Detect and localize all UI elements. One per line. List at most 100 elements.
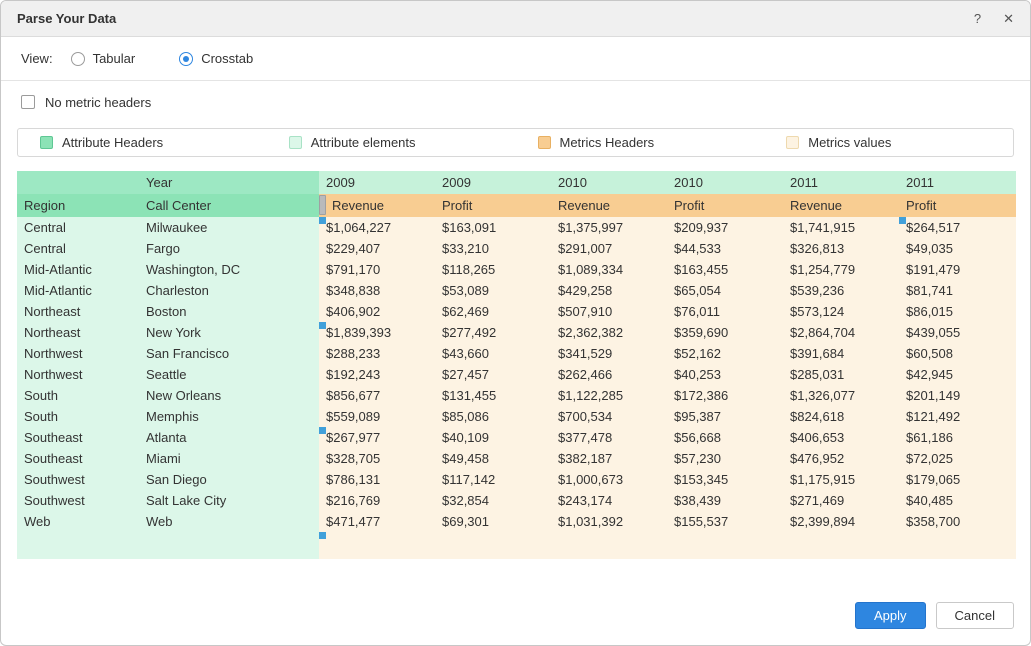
metric-header-cell[interactable]: Revenue	[783, 194, 899, 217]
year-header-cell[interactable]: 2010	[667, 171, 783, 194]
metric-value-cell[interactable]: $285,031	[783, 364, 899, 385]
attribute-element-cell[interactable]: Southwest	[17, 469, 139, 490]
attribute-header-cell[interactable]: Call Center	[139, 194, 319, 217]
attribute-header-cell[interactable]: Year	[139, 171, 319, 194]
metric-value-cell[interactable]: $57,230	[667, 448, 783, 469]
metric-value-cell[interactable]: $1,089,334	[551, 259, 667, 280]
metric-value-cell[interactable]: $53,089	[435, 280, 551, 301]
close-icon[interactable]: ✕	[1003, 12, 1014, 25]
metric-value-cell[interactable]: $72,025	[899, 448, 1016, 469]
metric-value-cell[interactable]: $406,653	[783, 427, 899, 448]
attribute-element-cell[interactable]: Northeast	[17, 322, 139, 343]
attribute-element-cell[interactable]: Seattle	[139, 364, 319, 385]
attribute-element-cell[interactable]: Southeast	[17, 427, 139, 448]
metric-value-cell[interactable]: $358,700	[899, 511, 1016, 532]
metric-value-cell[interactable]: $507,910	[551, 301, 667, 322]
metric-value-cell[interactable]: $791,170	[319, 259, 435, 280]
metric-value-cell[interactable]: $2,399,894	[783, 511, 899, 532]
metric-value-cell[interactable]: $2,362,382	[551, 322, 667, 343]
year-header-cell[interactable]: 2009	[319, 171, 435, 194]
attribute-element-cell[interactable]: San Francisco	[139, 343, 319, 364]
attribute-element-cell[interactable]: Northeast	[17, 301, 139, 322]
metric-value-cell[interactable]: $229,407	[319, 238, 435, 259]
metric-value-cell[interactable]: $377,478	[551, 427, 667, 448]
metric-value-cell[interactable]: $153,345	[667, 469, 783, 490]
metric-value-cell[interactable]: $172,386	[667, 385, 783, 406]
metric-value-cell[interactable]: $44,533	[667, 238, 783, 259]
metric-value-cell[interactable]: $1,175,915	[783, 469, 899, 490]
metric-header-cell[interactable]: Profit	[899, 194, 1016, 217]
metric-value-cell[interactable]: $155,537	[667, 511, 783, 532]
metric-value-cell[interactable]: $573,124	[783, 301, 899, 322]
metric-value-cell[interactable]: $348,838	[319, 280, 435, 301]
metric-value-cell[interactable]: $117,142	[435, 469, 551, 490]
metric-header-cell[interactable]: Profit	[667, 194, 783, 217]
metric-value-cell[interactable]: $262,466	[551, 364, 667, 385]
metric-value-cell[interactable]: $163,455	[667, 259, 783, 280]
attribute-element-cell[interactable]: Miami	[139, 448, 319, 469]
metric-header-cell[interactable]: Profit	[435, 194, 551, 217]
metric-value-cell[interactable]: $209,937	[667, 217, 783, 238]
metric-value-cell[interactable]: $43,660	[435, 343, 551, 364]
metric-value-cell[interactable]: $539,236	[783, 280, 899, 301]
attribute-header-cell[interactable]	[17, 171, 139, 194]
attribute-element-cell[interactable]: Southwest	[17, 490, 139, 511]
radio-crosstab[interactable]: Crosstab	[179, 51, 253, 66]
attribute-element-cell[interactable]: South	[17, 385, 139, 406]
metric-value-cell[interactable]: $786,131	[319, 469, 435, 490]
metric-value-cell[interactable]: $86,015	[899, 301, 1016, 322]
metric-value-cell[interactable]: $131,455	[435, 385, 551, 406]
metric-value-cell[interactable]: $406,902	[319, 301, 435, 322]
metric-value-cell[interactable]: $76,011	[667, 301, 783, 322]
metric-value-cell[interactable]: $40,253	[667, 364, 783, 385]
metric-value-cell[interactable]: $49,458	[435, 448, 551, 469]
cancel-button[interactable]: Cancel	[936, 602, 1014, 629]
metric-value-cell[interactable]: $382,187	[551, 448, 667, 469]
metric-value-cell[interactable]: $471,477	[319, 511, 435, 532]
attribute-element-cell[interactable]: Boston	[139, 301, 319, 322]
metric-value-cell[interactable]: $52,162	[667, 343, 783, 364]
attribute-element-cell[interactable]: South	[17, 406, 139, 427]
metric-value-cell[interactable]: $264,517	[899, 217, 1016, 238]
metric-header-cell[interactable]: Revenue	[319, 194, 435, 217]
attribute-element-cell[interactable]: Central	[17, 238, 139, 259]
radio-tabular[interactable]: Tabular	[71, 51, 136, 66]
metric-value-cell[interactable]: $32,854	[435, 490, 551, 511]
metric-value-cell[interactable]: $271,469	[783, 490, 899, 511]
metric-value-cell[interactable]: $163,091	[435, 217, 551, 238]
attribute-element-cell[interactable]: Southeast	[17, 448, 139, 469]
metric-value-cell[interactable]: $439,055	[899, 322, 1016, 343]
attribute-header-cell[interactable]: Region	[17, 194, 139, 217]
attribute-element-cell[interactable]: Fargo	[139, 238, 319, 259]
metric-value-cell[interactable]: $700,534	[551, 406, 667, 427]
metric-value-cell[interactable]: $65,054	[667, 280, 783, 301]
metric-value-cell[interactable]: $856,677	[319, 385, 435, 406]
metric-value-cell[interactable]: $1,000,673	[551, 469, 667, 490]
metric-header-cell[interactable]: Revenue	[551, 194, 667, 217]
metric-value-cell[interactable]: $40,485	[899, 490, 1016, 511]
metric-value-cell[interactable]: $191,479	[899, 259, 1016, 280]
attribute-element-cell[interactable]: Milwaukee	[139, 217, 319, 238]
metric-value-cell[interactable]: $267,977	[319, 427, 435, 448]
metric-value-cell[interactable]: $341,529	[551, 343, 667, 364]
metric-value-cell[interactable]: $192,243	[319, 364, 435, 385]
attribute-element-cell[interactable]: Central	[17, 217, 139, 238]
metric-value-cell[interactable]: $359,690	[667, 322, 783, 343]
metric-value-cell[interactable]: $476,952	[783, 448, 899, 469]
attribute-element-cell[interactable]: Northwest	[17, 364, 139, 385]
metric-value-cell[interactable]: $824,618	[783, 406, 899, 427]
metric-value-cell[interactable]: $38,439	[667, 490, 783, 511]
metric-value-cell[interactable]: $391,684	[783, 343, 899, 364]
metric-value-cell[interactable]: $60,508	[899, 343, 1016, 364]
year-header-cell[interactable]: 2009	[435, 171, 551, 194]
metric-value-cell[interactable]: $69,301	[435, 511, 551, 532]
no-metric-headers-checkbox[interactable]	[21, 95, 35, 109]
attribute-element-cell[interactable]: Northwest	[17, 343, 139, 364]
metric-value-cell[interactable]: $1,254,779	[783, 259, 899, 280]
metric-value-cell[interactable]: $62,469	[435, 301, 551, 322]
metric-value-cell[interactable]: $1,031,392	[551, 511, 667, 532]
attribute-element-cell[interactable]: Memphis	[139, 406, 319, 427]
metric-value-cell[interactable]: $291,007	[551, 238, 667, 259]
metric-value-cell[interactable]: $429,258	[551, 280, 667, 301]
attribute-element-cell[interactable]: New Orleans	[139, 385, 319, 406]
